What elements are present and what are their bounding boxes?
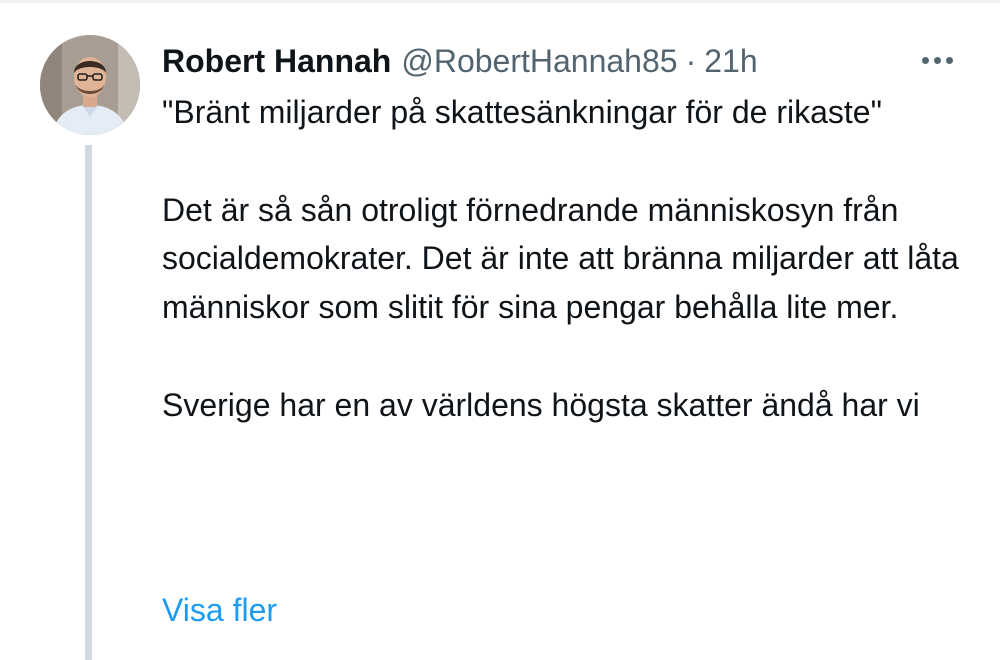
tweet-paragraph: Sverige har en av världens högsta skatte… <box>162 386 920 423</box>
separator-dot: · <box>685 43 697 79</box>
more-dots-icon <box>933 56 941 64</box>
timestamp[interactable]: 21h <box>704 38 757 84</box>
tweet-frame: Robert Hannah @RobertHannah85 · 21h "Brä… <box>0 0 1000 660</box>
tweet-text: "Bränt miljarder på skattesänkningar för… <box>162 88 962 430</box>
user-handle[interactable]: @RobertHannah85 <box>401 38 677 84</box>
more-dots-icon <box>921 56 929 64</box>
more-dots-icon <box>945 56 953 64</box>
display-name[interactable]: Robert Hannah <box>162 38 391 84</box>
tweet-header: Robert Hannah @RobertHannah85 · 21h <box>162 38 758 84</box>
top-divider <box>0 0 1000 3</box>
avatar-photo <box>40 35 140 135</box>
more-options-button[interactable] <box>912 40 962 80</box>
tweet-paragraph: Det är så sån otroligt förnedrande männi… <box>162 191 959 326</box>
show-more-link[interactable]: Visa fler <box>162 586 277 634</box>
tweet-paragraph: "Bränt miljarder på skattesänkningar för… <box>162 94 882 130</box>
thread-line <box>85 145 92 660</box>
avatar[interactable] <box>40 35 140 135</box>
